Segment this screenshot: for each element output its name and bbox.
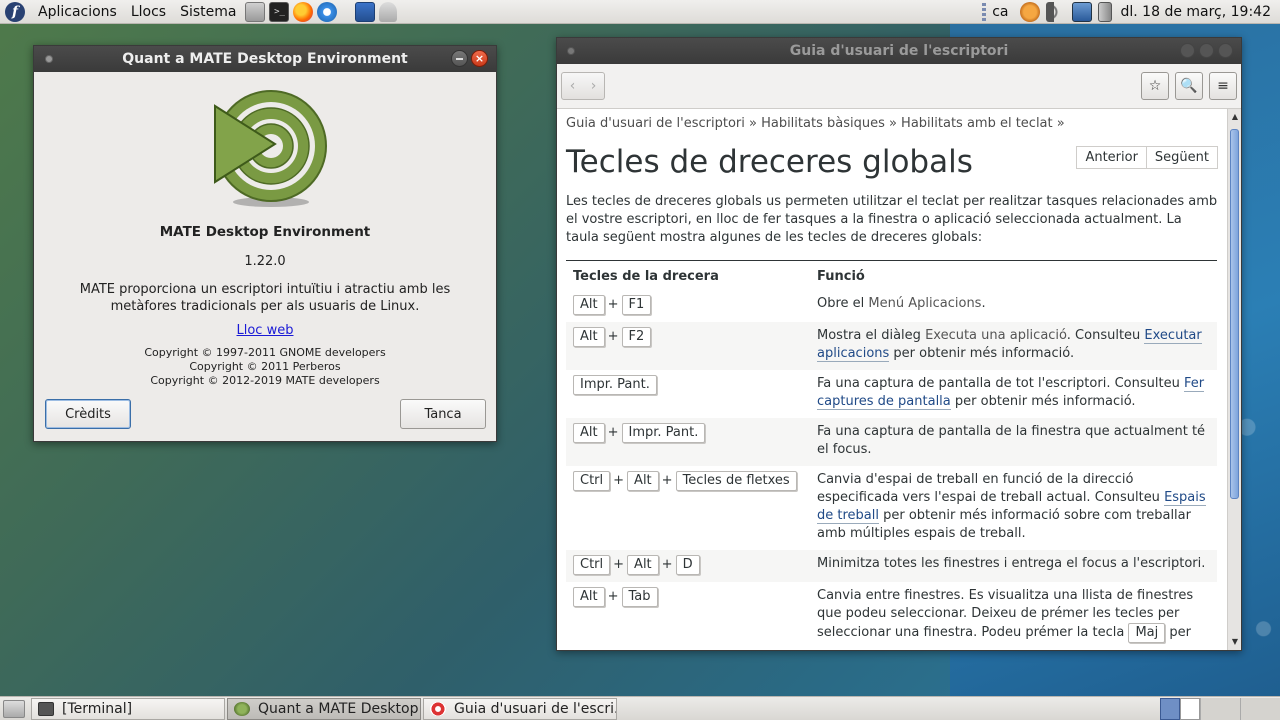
- back-icon[interactable]: ‹: [562, 73, 583, 99]
- mate-logo-icon: [214, 90, 327, 207]
- workspace-4[interactable]: [1240, 697, 1280, 720]
- show-desktop-icon[interactable]: [3, 699, 25, 718]
- workspace-switcher: [1160, 697, 1280, 720]
- page-navigation: Anterior Següent: [1076, 146, 1218, 169]
- taskbar-item-about[interactable]: Quant a MATE Desktop...: [227, 697, 421, 720]
- keyboard-layout-indicator[interactable]: ca: [992, 4, 1008, 20]
- help-toolbar: ‹ › ☆ 🔍 ≡: [557, 64, 1241, 109]
- help-icon: [430, 701, 446, 716]
- table-row: Alt + F1 Obre el Menú Aplicacions.: [566, 290, 1217, 322]
- key: Alt: [627, 555, 659, 575]
- mate-icon: [234, 701, 250, 716]
- taskbar-item-terminal[interactable]: [Terminal]: [31, 697, 225, 720]
- key: Ctrl: [573, 471, 611, 491]
- key: Tab: [621, 587, 658, 607]
- search-icon[interactable]: 🔍: [1175, 72, 1203, 100]
- taskbar-item-help[interactable]: Guia d'usuari de l'escri...: [423, 697, 617, 720]
- thunderbird-launcher-icon[interactable]: [317, 1, 338, 22]
- close-window-button[interactable]: ×: [471, 50, 488, 67]
- minimize-button[interactable]: [1180, 43, 1195, 58]
- forward-icon[interactable]: ›: [583, 73, 604, 99]
- update-notifier-icon[interactable]: [1019, 1, 1040, 22]
- key: Alt: [573, 295, 605, 315]
- product-version: 1.22.0: [244, 254, 286, 269]
- table-row: Alt + F2 Mostra el diàleg Executa una apli…: [566, 322, 1217, 370]
- key: Ctrl: [573, 555, 611, 575]
- breadcrumb[interactable]: Guia d'usuari de l'escriptori » Habilita…: [566, 115, 1218, 133]
- workspace-1[interactable]: [1160, 697, 1180, 720]
- scrollbar-thumb[interactable]: [1230, 129, 1239, 499]
- key: Alt: [573, 587, 605, 607]
- table-row: Alt + Impr. Pant. Fa una captura de pantal…: [566, 418, 1217, 466]
- table-row: Ctrl + Alt + Tecles de fletxes Canvia d'espa…: [566, 466, 1217, 550]
- product-description: MATE proporciona un escriptori intuïtiu …: [79, 282, 451, 314]
- about-titlebar[interactable]: Quant a MATE Desktop Environment ×: [34, 46, 496, 72]
- firefox-launcher-icon[interactable]: [293, 1, 314, 22]
- fedora-logo-icon[interactable]: f: [5, 1, 25, 22]
- help-content: Guia d'usuari de l'escriptori » Habilita…: [557, 109, 1227, 650]
- key: F1: [621, 295, 652, 315]
- terminal-icon: [38, 701, 54, 716]
- table-row: Ctrl + Alt + D Minimitza totes les finestres…: [566, 550, 1217, 582]
- terminal-launcher-icon[interactable]: >_: [269, 1, 290, 22]
- applet-launcher-icon[interactable]: [379, 1, 398, 22]
- product-name: MATE Desktop Environment: [159, 224, 371, 240]
- scroll-down-icon[interactable]: ▼: [1229, 636, 1241, 648]
- close-window-button[interactable]: [1218, 43, 1233, 58]
- menu-places[interactable]: Llocs: [124, 4, 173, 20]
- about-dialog: Quant a MATE Desktop Environment × MATE …: [33, 45, 497, 442]
- page-title: Tecles de dreceres globals: [566, 144, 973, 180]
- workspace-3[interactable]: [1200, 697, 1240, 720]
- scroll-up-icon[interactable]: ▲: [1229, 111, 1241, 123]
- intro-text: Les tecles de dreceres globals us permet…: [566, 194, 1218, 245]
- network-icon[interactable]: [1071, 1, 1092, 22]
- power-icon[interactable]: [1097, 1, 1112, 22]
- menu-applications[interactable]: Aplicacions: [31, 4, 124, 20]
- website-link[interactable]: Lloc web: [237, 323, 294, 338]
- key: Alt: [573, 423, 605, 443]
- key: Alt: [627, 471, 659, 491]
- about-window-title: Quant a MATE Desktop Environment: [122, 51, 408, 67]
- previous-page-link[interactable]: Anterior: [1077, 147, 1145, 168]
- menu-icon[interactable]: ≡: [1209, 72, 1237, 100]
- key: Alt: [573, 327, 605, 347]
- clock[interactable]: dl. 18 de març, 19:42: [1121, 4, 1272, 20]
- key: Impr. Pant.: [621, 423, 706, 443]
- tray-handle[interactable]: [982, 2, 987, 21]
- key: F2: [621, 327, 652, 347]
- table-row: Alt + Tab Canvia entre finestres. Es visua…: [566, 582, 1217, 650]
- key: Impr. Pant.: [573, 375, 657, 395]
- close-button[interactable]: Tanca: [400, 399, 486, 429]
- bookmarks-icon[interactable]: ☆: [1141, 72, 1169, 100]
- shortcuts-table: Tecles de la drecera Funció Alt + F1 Obre …: [566, 260, 1217, 650]
- key: Maj: [1128, 623, 1166, 643]
- key: Tecles de fletxes: [675, 471, 797, 491]
- file-manager-launcher-icon[interactable]: [245, 1, 266, 22]
- help-titlebar[interactable]: Guia d'usuari de l'escriptori: [557, 38, 1241, 64]
- bottom-panel: [Terminal] Quant a MATE Desktop... Guia …: [0, 696, 1280, 720]
- workspace-2[interactable]: [1180, 697, 1200, 720]
- help-window-title: Guia d'usuari de l'escriptori: [789, 43, 1009, 59]
- help-window: Guia d'usuari de l'escriptori ‹ › ☆ 🔍 ≡ …: [556, 37, 1242, 651]
- maximize-button[interactable]: [1199, 43, 1214, 58]
- vertical-scrollbar[interactable]: ▲ ▼: [1227, 109, 1241, 650]
- history-nav: ‹ ›: [561, 72, 605, 100]
- table-row: Impr. Pant. Fa una captura de pantalla d…: [566, 370, 1217, 418]
- menu-system[interactable]: Sistema: [173, 4, 243, 20]
- minimize-button[interactable]: [451, 50, 468, 67]
- credits-button[interactable]: Crèdits: [45, 399, 131, 429]
- window-menu-icon[interactable]: [567, 47, 575, 55]
- top-panel: f Aplicacions Llocs Sistema >_ ca dl. 18…: [0, 0, 1280, 24]
- column-header-function: Funció: [817, 269, 865, 284]
- key: D: [675, 555, 700, 575]
- volume-icon[interactable]: [1045, 1, 1066, 22]
- column-header-keys: Tecles de la drecera: [573, 269, 719, 284]
- next-page-link[interactable]: Següent: [1145, 147, 1217, 168]
- copyright-text: Copyright © 1997-2011 GNOME developers C…: [144, 346, 386, 387]
- screenshot-launcher-icon[interactable]: [355, 1, 376, 22]
- window-menu-icon[interactable]: [45, 55, 53, 63]
